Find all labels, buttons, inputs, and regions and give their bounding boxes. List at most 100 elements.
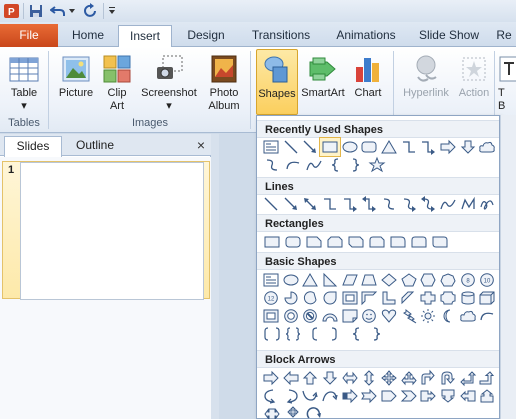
tab-slides[interactable]: Slides	[4, 136, 62, 157]
round-diagonal-rectangle-shape[interactable]	[429, 233, 450, 251]
arc-shape[interactable]	[282, 156, 303, 174]
heptagon-shape[interactable]	[438, 271, 458, 289]
up-arrow-shape[interactable]	[300, 369, 320, 387]
oval-shape[interactable]	[340, 138, 360, 156]
frame-shape[interactable]	[340, 289, 360, 307]
curve-shape[interactable]	[438, 195, 458, 213]
curved-connector-shape[interactable]	[261, 156, 282, 174]
screenshot-button[interactable]: Screenshot ▾	[138, 49, 200, 115]
pane-splitter[interactable]	[211, 134, 219, 419]
freeform-shape[interactable]	[458, 195, 478, 213]
undo-icon[interactable]	[49, 2, 67, 20]
double-brace-shape[interactable]	[282, 325, 303, 343]
striped-right-arrow-shape[interactable]	[340, 387, 360, 405]
curved-arrow-connector-shape[interactable]	[399, 195, 419, 213]
right-brace-shape[interactable]	[345, 156, 366, 174]
smartart-button[interactable]: SmartArt	[300, 49, 346, 115]
no-symbol-shape[interactable]	[300, 307, 320, 325]
smiley-face-shape[interactable]	[359, 307, 379, 325]
tab-review[interactable]: Re	[492, 25, 516, 47]
right-arrow-shape[interactable]	[438, 138, 458, 156]
half-frame-shape[interactable]	[359, 289, 379, 307]
elbow-arrow-connector-shape[interactable]	[418, 138, 438, 156]
bent-arrow-shape[interactable]	[418, 369, 438, 387]
bevel-shape[interactable]	[261, 307, 281, 325]
up-arrow-callout-shape[interactable]	[477, 387, 497, 405]
left-arrow-shape[interactable]	[281, 369, 301, 387]
chord-shape[interactable]	[300, 289, 320, 307]
rectangle-shape[interactable]	[261, 233, 282, 251]
tab-transitions[interactable]: Transitions	[240, 25, 322, 47]
customize-toolbar-icon[interactable]	[106, 2, 118, 20]
curved-double-arrow-connector-shape[interactable]	[418, 195, 438, 213]
left-right-arrow-callout-shape[interactable]	[261, 405, 282, 419]
close-icon[interactable]: ×	[194, 136, 208, 154]
shapes-button[interactable]: Shapes	[256, 49, 298, 115]
elbow-connector-shape[interactable]	[320, 195, 340, 213]
tab-insert[interactable]: Insert	[118, 25, 172, 48]
save-icon[interactable]	[27, 2, 45, 20]
round-single-corner-rectangle-shape[interactable]	[387, 233, 408, 251]
right-arrow-callout-shape[interactable]	[418, 387, 438, 405]
moon-shape[interactable]	[438, 307, 458, 325]
text-box-shape[interactable]	[261, 271, 281, 289]
line-shape[interactable]	[281, 138, 301, 156]
tab-design[interactable]: Design	[177, 25, 235, 47]
down-arrow-shape[interactable]	[320, 369, 340, 387]
pentagon-arrow-shape[interactable]	[379, 387, 399, 405]
scribble-shape[interactable]	[477, 195, 497, 213]
lightning-bolt-shape[interactable]	[399, 307, 419, 325]
snip-same-side-rectangle-shape[interactable]	[324, 233, 345, 251]
left-right-up-arrow-shape[interactable]	[399, 369, 419, 387]
snip-round-rectangle-shape[interactable]	[366, 233, 387, 251]
pentagon-shape[interactable]	[399, 271, 419, 289]
freeform-curve-shape[interactable]	[303, 156, 324, 174]
donut-shape[interactable]	[281, 307, 301, 325]
down-arrow-shape[interactable]	[458, 138, 478, 156]
block-arc-shape[interactable]	[320, 307, 340, 325]
up-down-arrow-shape[interactable]	[359, 369, 379, 387]
quad-arrow-shape[interactable]	[379, 369, 399, 387]
clip-art-button[interactable]: Clip Art	[100, 49, 134, 115]
undo-dropdown-icon[interactable]	[67, 2, 77, 20]
photo-album-button[interactable]: Photo Album	[202, 49, 246, 115]
sun-shape[interactable]	[418, 307, 438, 325]
text-box-shape[interactable]	[261, 138, 281, 156]
oval-shape[interactable]	[281, 271, 301, 289]
cloud-shape[interactable]	[477, 138, 497, 156]
curved-connector-shape[interactable]	[379, 195, 399, 213]
arrow-line-shape[interactable]	[281, 195, 301, 213]
bent-up-arrow-shape[interactable]	[477, 369, 497, 387]
decagon-shape[interactable]: 10	[477, 271, 497, 289]
diamond-shape[interactable]	[379, 271, 399, 289]
quad-arrow-callout-shape[interactable]	[282, 405, 303, 419]
line-shape[interactable]	[261, 195, 281, 213]
arrow-line-shape[interactable]	[300, 138, 320, 156]
table-button[interactable]: Table ▾	[4, 49, 44, 115]
star-shape[interactable]	[366, 156, 387, 174]
round-same-side-rectangle-shape[interactable]	[408, 233, 429, 251]
hexagon-shape[interactable]	[418, 271, 438, 289]
text-box-button[interactable]: T B	[498, 49, 516, 115]
right-bracket-shape[interactable]	[324, 325, 345, 343]
l-shape[interactable]	[379, 289, 399, 307]
down-arrow-callout-shape[interactable]	[438, 387, 458, 405]
parallelogram-shape[interactable]	[340, 271, 360, 289]
action-button[interactable]: Action	[455, 49, 493, 115]
left-up-arrow-shape[interactable]	[458, 369, 478, 387]
double-bracket-shape[interactable]	[261, 325, 282, 343]
arc-shape[interactable]	[477, 307, 497, 325]
cube-shape[interactable]	[477, 289, 497, 307]
octagon-shape[interactable]: 8	[458, 271, 478, 289]
right-arrow-shape[interactable]	[261, 369, 281, 387]
redo-icon[interactable]	[81, 2, 99, 20]
right-triangle-shape[interactable]	[320, 271, 340, 289]
tab-slide-show[interactable]: Slide Show	[411, 25, 487, 47]
curved-up-arrow-shape[interactable]	[300, 387, 320, 405]
rounded-rectangle-shape[interactable]	[359, 138, 379, 156]
chart-button[interactable]: Chart	[348, 49, 388, 115]
can-shape[interactable]	[458, 289, 478, 307]
left-arrow-callout-shape[interactable]	[458, 387, 478, 405]
snip-single-corner-rectangle-shape[interactable]	[303, 233, 324, 251]
picture-button[interactable]: Picture	[54, 49, 98, 115]
